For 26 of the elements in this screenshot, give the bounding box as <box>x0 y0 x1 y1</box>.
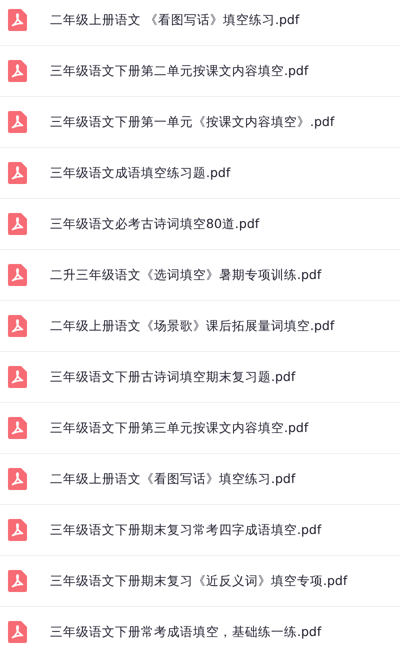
file-name[interactable]: 三年级语文必考古诗词填空80道.pdf <box>50 216 260 232</box>
file-name[interactable]: 三年级语文下册第一单元《按课文内容填空》.pdf <box>50 114 334 130</box>
file-name[interactable]: 二年级上册语文《看图写话》填空练习.pdf <box>50 470 296 488</box>
file-icon <box>8 9 27 31</box>
file-icon <box>8 315 27 337</box>
file-name[interactable]: 三年级语文成语填空练习题.pdf <box>50 164 230 182</box>
file-icon <box>8 417 27 439</box>
file-name[interactable]: 二年级上册语文《场景歌》课后拓展量词填空.pdf <box>50 318 334 334</box>
file-name[interactable]: 三年级语文下册常考成语填空，基础练一练.pdf <box>50 624 322 640</box>
file-name[interactable]: 三年级语文下册第三单元按课文内容填空.pdf <box>50 420 308 436</box>
file-icon <box>8 60 27 82</box>
file-name[interactable]: 三年级语文下册期末复习《近反义词》填空专项.pdf <box>50 572 348 590</box>
file-name[interactable]: 三年级语文下册古诗词填空期末复习题.pdf <box>50 368 296 386</box>
file-icon <box>8 621 27 643</box>
file-name[interactable]: 三年级语文下册期末复习常考四字成语填空.pdf <box>50 522 322 538</box>
file-name[interactable]: 二年级上册语文 《看图写话》填空练习.pdf <box>50 12 300 28</box>
file-name[interactable]: 三年级语文下册第二单元按课文内容填空.pdf <box>50 62 308 80</box>
file-icon <box>8 111 27 133</box>
file-icon <box>8 519 27 541</box>
file-icon <box>8 570 27 592</box>
file-icon <box>8 468 27 490</box>
file-icon <box>8 162 27 184</box>
file-icon <box>8 366 27 388</box>
file-icon <box>8 213 27 235</box>
file-icon <box>8 264 27 286</box>
file-name[interactable]: 二升三年级语文《选词填空》暑期专项训练.pdf <box>50 266 322 284</box>
